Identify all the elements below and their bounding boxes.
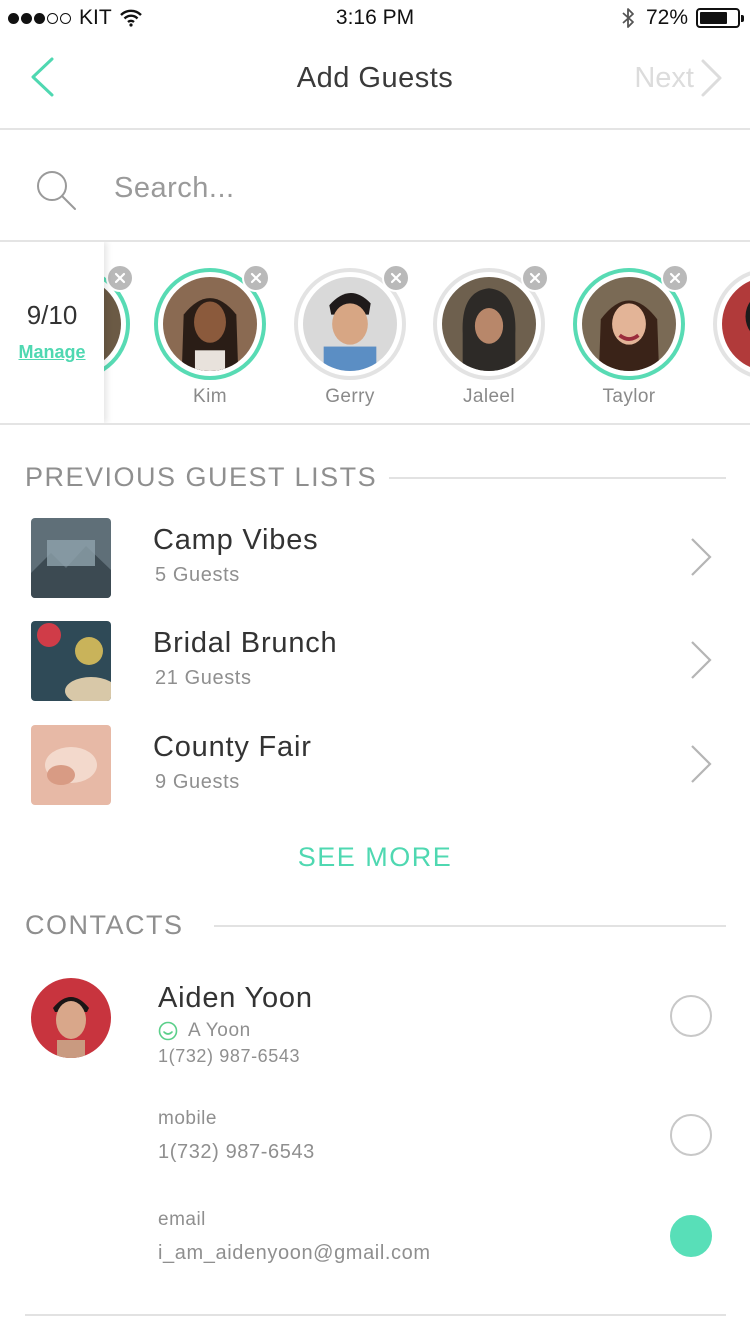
guest-name: Jaleel <box>462 386 516 407</box>
battery-icon <box>696 8 744 28</box>
remove-guest-button[interactable] <box>521 264 549 292</box>
manage-link[interactable]: Manage <box>0 342 104 363</box>
selected-guest[interactable]: Jaleel <box>433 264 549 418</box>
guest-list-item[interactable]: County Fair 9 Guests <box>0 725 750 815</box>
remove-guest-button[interactable] <box>242 264 270 292</box>
close-icon <box>390 272 402 284</box>
guest-avatar <box>303 277 397 371</box>
contact-name: Aiden Yoon <box>158 982 313 1014</box>
remove-guest-button[interactable] <box>382 264 410 292</box>
guest-list-count: 9 Guests <box>155 771 240 793</box>
selected-guests-strip[interactable]: 9/10 Manage e Kim <box>0 242 750 425</box>
email-select-radio[interactable] <box>670 1215 712 1257</box>
bluetooth-icon <box>622 8 634 28</box>
guest-name: Gerry <box>325 386 375 407</box>
chevron-right-icon <box>691 745 712 783</box>
contact-phone: 1(732) 987-6543 <box>158 1046 301 1066</box>
close-icon <box>669 272 681 284</box>
guest-name: Kim <box>193 386 227 407</box>
battery-percent: 72% <box>645 6 688 29</box>
chevron-right-icon <box>691 538 712 576</box>
guest-list-item[interactable]: Bridal Brunch 21 Guests <box>0 621 750 711</box>
status-right: 72% <box>620 6 744 30</box>
mobile-select-radio[interactable] <box>670 1114 712 1156</box>
close-icon <box>250 272 262 284</box>
contact-select-radio[interactable] <box>670 995 712 1037</box>
guest-counter-panel: 9/10 Manage <box>0 242 104 423</box>
remove-guest-button[interactable] <box>661 264 689 292</box>
guest-list-count: 5 Guests <box>155 564 240 586</box>
divider <box>213 924 726 927</box>
selected-guest[interactable]: Gerry <box>294 264 410 418</box>
field-value: 1(732) 987-6543 <box>158 1141 315 1163</box>
field-value: i_am_aidenyoon@gmail.com <box>158 1242 431 1264</box>
search-bar <box>0 132 750 242</box>
divider <box>25 1314 726 1316</box>
selected-guest[interactable]: Taylor <box>573 264 689 418</box>
guest-list-item[interactable]: Camp Vibes 5 Guests <box>0 518 750 608</box>
previous-lists-header: PREVIOUS GUEST LISTS <box>25 462 726 493</box>
guest-avatar <box>442 277 536 371</box>
search-input[interactable] <box>114 166 674 210</box>
contact-alias-text: A Yoon <box>188 1020 251 1041</box>
contact-alias: A Yoon <box>158 1020 251 1042</box>
selected-guest[interactable]: J <box>713 268 750 418</box>
field-label: email <box>158 1209 206 1230</box>
guest-name: J <box>693 386 750 408</box>
divider <box>389 476 726 479</box>
selected-guest[interactable]: Kim <box>154 264 270 418</box>
guest-avatar <box>582 277 676 371</box>
guest-list-thumbnail <box>31 725 111 805</box>
guest-list-thumbnail <box>31 621 111 701</box>
close-icon <box>529 272 541 284</box>
chevron-right-icon <box>701 59 722 97</box>
guest-list-title: Camp Vibes <box>153 524 319 556</box>
guest-list-title: Bridal Brunch <box>153 627 338 659</box>
contacts-header: CONTACTS <box>25 910 726 941</box>
section-title: PREVIOUS GUEST LISTS <box>25 462 378 492</box>
chevron-right-icon <box>691 641 712 679</box>
nav-bar: Add Guests Next <box>0 36 750 130</box>
next-button[interactable]: Next <box>634 58 724 98</box>
field-label: mobile <box>158 1108 217 1129</box>
guest-count: 9/10 <box>26 300 78 330</box>
guest-list-title: County Fair <box>153 731 312 763</box>
avatar <box>31 978 111 1058</box>
next-label: Next <box>634 61 694 94</box>
see-more-button[interactable]: SEE MORE <box>0 842 750 873</box>
smile-icon <box>158 1021 178 1041</box>
guest-name: Taylor <box>602 386 656 407</box>
status-bar: KIT 3:16 PM 72% <box>0 0 750 36</box>
guest-list-thumbnail <box>31 518 111 598</box>
close-icon <box>114 272 126 284</box>
guest-avatar-ring <box>713 268 750 380</box>
remove-guest-button[interactable] <box>106 264 134 292</box>
guest-avatar <box>163 277 257 371</box>
guest-avatar <box>722 277 750 371</box>
guest-list-count: 21 Guests <box>155 667 252 689</box>
search-icon <box>37 171 76 210</box>
section-title: CONTACTS <box>25 910 184 940</box>
